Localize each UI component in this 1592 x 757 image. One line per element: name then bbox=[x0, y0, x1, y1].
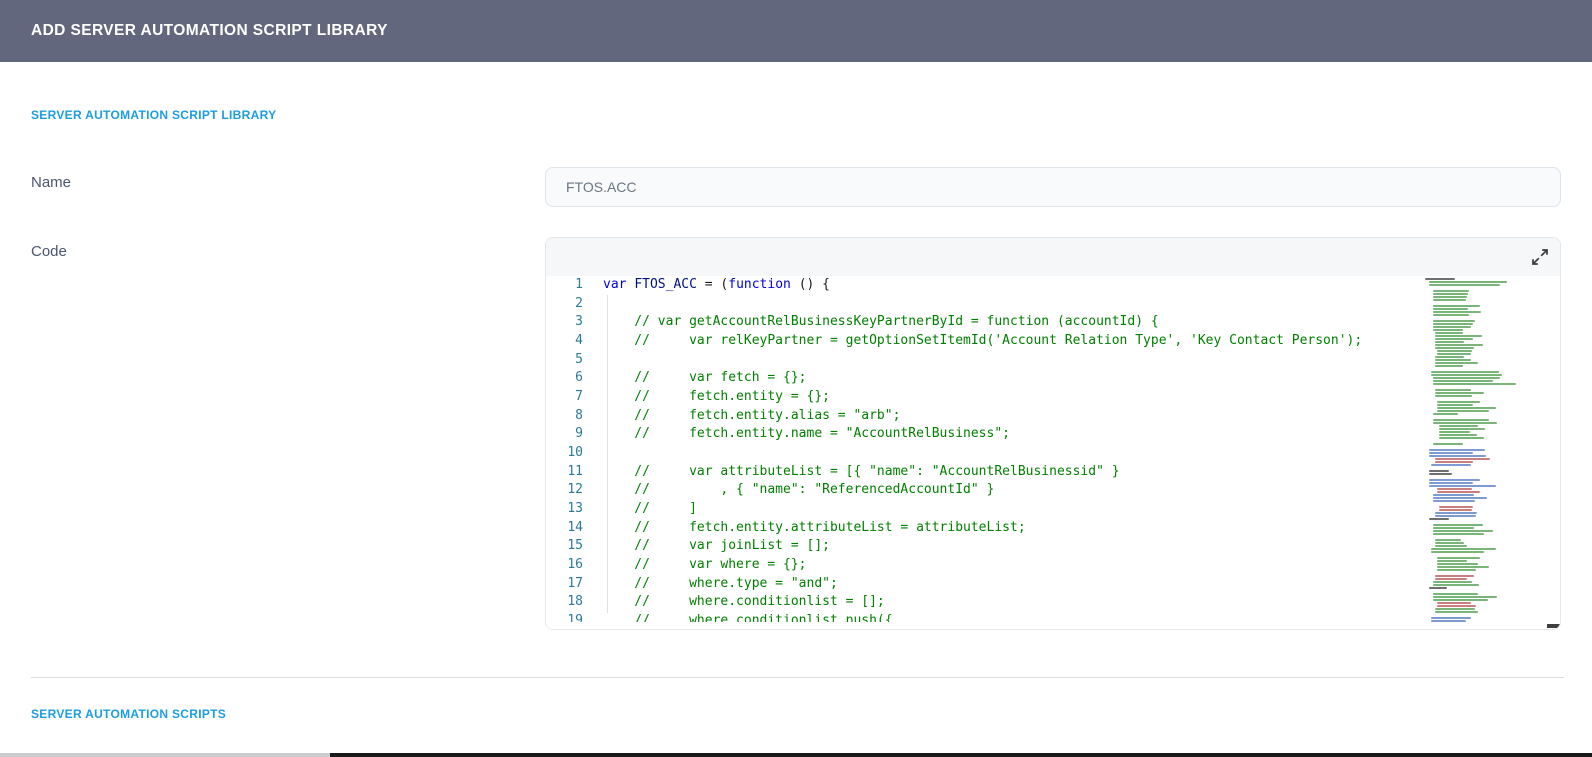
code-line: 14 // fetch.entity.attributeList = attri… bbox=[546, 519, 1560, 538]
code-text: // var getAccountRelBusinessKeyPartnerBy… bbox=[603, 314, 1159, 329]
code-text: // var relKeyPartner = getOptionSetItemI… bbox=[603, 333, 1362, 348]
code-lines: 1 var FTOS_ACC = (function () { 23 // var … bbox=[546, 276, 1560, 629]
line-number: 3 bbox=[546, 313, 583, 332]
line-number: 11 bbox=[546, 463, 583, 482]
code-line: 16 // var where = {}; bbox=[546, 556, 1560, 575]
line-number: 14 bbox=[546, 519, 583, 538]
code-text: // ] bbox=[603, 501, 697, 516]
section-title-script-library: SERVER AUTOMATION SCRIPT LIBRARY bbox=[31, 108, 276, 122]
line-number: 10 bbox=[546, 444, 583, 463]
code-line: 8 // fetch.entity.alias = "arb"; bbox=[546, 407, 1560, 426]
page-header-bar: ADD SERVER AUTOMATION SCRIPT LIBRARY bbox=[0, 0, 1592, 62]
expand-diagonal-arrows-icon bbox=[1530, 255, 1550, 270]
code-text: // , { "name": "ReferencedAccountId" } bbox=[603, 482, 994, 497]
page-title: ADD SERVER AUTOMATION SCRIPT LIBRARY bbox=[0, 0, 1592, 62]
indent-guide bbox=[607, 295, 608, 613]
code-editor[interactable]: 1 var FTOS_ACC = (function () { 23 // var … bbox=[546, 276, 1560, 629]
line-number: 7 bbox=[546, 388, 583, 407]
code-line: 15 // var joinList = []; bbox=[546, 537, 1560, 556]
code-editor-toolbar bbox=[546, 238, 1560, 277]
code-text: // var where = {}; bbox=[603, 557, 807, 572]
line-number: 9 bbox=[546, 425, 583, 444]
section-title-scripts: SERVER AUTOMATION SCRIPTS bbox=[31, 707, 226, 721]
code-line: 18 // where.conditionlist = []; bbox=[546, 593, 1560, 612]
code-text: // var attributeList = [{ "name": "Accou… bbox=[603, 464, 1120, 479]
line-number: 4 bbox=[546, 332, 583, 351]
code-line: 5 bbox=[546, 351, 1560, 370]
name-input[interactable] bbox=[545, 167, 1561, 207]
line-number: 15 bbox=[546, 537, 583, 556]
code-line: 6 // var fetch = {}; bbox=[546, 369, 1560, 388]
line-number: 16 bbox=[546, 556, 583, 575]
name-label: Name bbox=[31, 174, 71, 191]
section-divider bbox=[31, 677, 1564, 678]
horizontal-scrollbar-thumb[interactable] bbox=[1547, 624, 1560, 628]
code-label: Code bbox=[31, 243, 67, 260]
line-number: 1 bbox=[546, 276, 583, 295]
code-line: 3 // var getAccountRelBusinessKeyPartner… bbox=[546, 313, 1560, 332]
code-line: 17 // where.type = "and"; bbox=[546, 575, 1560, 594]
code-text: // fetch.entity = {}; bbox=[603, 389, 830, 404]
line-number: 8 bbox=[546, 407, 583, 426]
line-number: 17 bbox=[546, 575, 583, 594]
code-line: 1 var FTOS_ACC = (function () { bbox=[546, 276, 1560, 295]
code-line: 7 // fetch.entity = {}; bbox=[546, 388, 1560, 407]
expand-editor-button[interactable] bbox=[1530, 247, 1550, 267]
code-text: // var fetch = {}; bbox=[603, 370, 807, 385]
code-editor-panel: 1 var FTOS_ACC = (function () { 23 // var … bbox=[545, 237, 1561, 630]
code-line: 10 bbox=[546, 444, 1560, 463]
line-number: 12 bbox=[546, 481, 583, 500]
code-line: 4 // var relKeyPartner = getOptionSetIte… bbox=[546, 332, 1560, 351]
code-text: // fetch.entity.name = "AccountRelBusine… bbox=[603, 426, 1010, 441]
code-text: var FTOS_ACC = (function () { bbox=[603, 277, 830, 292]
code-line: 12 // , { "name": "ReferencedAccountId" … bbox=[546, 481, 1560, 500]
editor-clip-mask bbox=[546, 622, 1560, 629]
code-text: // var joinList = []; bbox=[603, 538, 830, 553]
line-number: 6 bbox=[546, 369, 583, 388]
line-number: 2 bbox=[546, 295, 583, 314]
bottom-cutoff-strip-right bbox=[330, 753, 1592, 757]
code-text: // fetch.entity.attributeList = attribut… bbox=[603, 520, 1026, 535]
editor-minimap[interactable] bbox=[1425, 278, 1521, 629]
code-line: 13 // ] bbox=[546, 500, 1560, 519]
code-line: 2 bbox=[546, 295, 1560, 314]
page: ADD SERVER AUTOMATION SCRIPT LIBRARY SER… bbox=[0, 0, 1592, 757]
code-text: // where.conditionlist = []; bbox=[603, 594, 885, 609]
code-text: // where.type = "and"; bbox=[603, 576, 838, 591]
line-number: 5 bbox=[546, 351, 583, 370]
code-line: 11 // var attributeList = [{ "name": "Ac… bbox=[546, 463, 1560, 482]
code-text: // fetch.entity.alias = "arb"; bbox=[603, 408, 900, 423]
code-line: 9 // fetch.entity.name = "AccountRelBusi… bbox=[546, 425, 1560, 444]
line-number: 13 bbox=[546, 500, 583, 519]
bottom-cutoff-strip-left bbox=[0, 753, 330, 757]
line-number: 18 bbox=[546, 593, 583, 612]
